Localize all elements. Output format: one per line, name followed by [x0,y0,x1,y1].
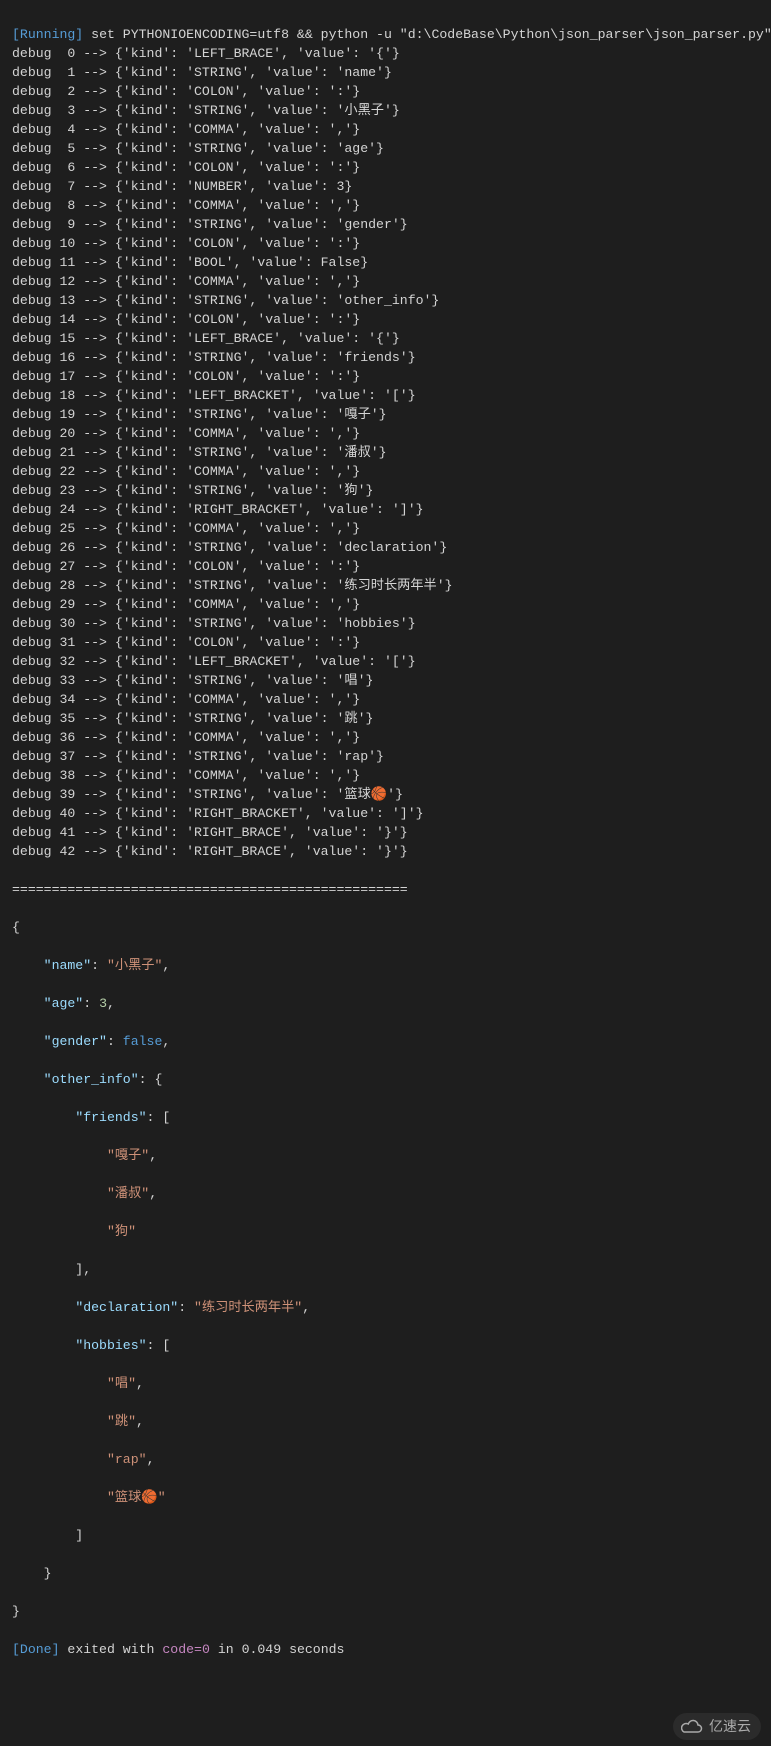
debug-line: debug 11 --> {'kind': 'BOOL', 'value': F… [12,253,759,272]
debug-line: debug 17 --> {'kind': 'COLON', 'value': … [12,367,759,386]
debug-line: debug 38 --> {'kind': 'COMMA', 'value': … [12,766,759,785]
friend-1: 潘叔 [115,1186,141,1201]
hobby-3: 篮球🏀 [115,1490,158,1505]
friend-0: 嘎子 [115,1148,141,1163]
time-value: 0.049 [242,1642,282,1657]
command-text: set PYTHONIOENCODING=utf8 && python -u "… [91,27,771,42]
debug-line: debug 8 --> {'kind': 'COMMA', 'value': '… [12,196,759,215]
debug-line: debug 28 --> {'kind': 'STRING', 'value':… [12,576,759,595]
debug-line: debug 32 --> {'kind': 'LEFT_BRACKET', 'v… [12,652,759,671]
debug-line: debug 16 --> {'kind': 'STRING', 'value':… [12,348,759,367]
debug-line: debug 12 --> {'kind': 'COMMA', 'value': … [12,272,759,291]
debug-line: debug 25 --> {'kind': 'COMMA', 'value': … [12,519,759,538]
debug-line: debug 13 --> {'kind': 'STRING', 'value':… [12,291,759,310]
header-line: [Running] set PYTHONIOENCODING=utf8 && p… [12,25,759,44]
debug-line: debug 7 --> {'kind': 'NUMBER', 'value': … [12,177,759,196]
debug-line: debug 34 --> {'kind': 'COMMA', 'value': … [12,690,759,709]
running-tag: [Running] [12,27,83,42]
debug-line: debug 9 --> {'kind': 'STRING', 'value': … [12,215,759,234]
debug-line: debug 0 --> {'kind': 'LEFT_BRACE', 'valu… [12,44,759,63]
debug-line: debug 31 --> {'kind': 'COLON', 'value': … [12,633,759,652]
watermark: 亿速云 [673,1713,761,1740]
hobby-1: 跳 [115,1414,128,1429]
json-gender: false [123,1034,163,1049]
debug-line: debug 26 --> {'kind': 'STRING', 'value':… [12,538,759,557]
debug-line: debug 35 --> {'kind': 'STRING', 'value':… [12,709,759,728]
json-name: 小黑子 [115,958,155,973]
debug-line: debug 10 --> {'kind': 'COLON', 'value': … [12,234,759,253]
debug-line: debug 40 --> {'kind': 'RIGHT_BRACKET', '… [12,804,759,823]
in-label: in [218,1642,234,1657]
debug-line: debug 39 --> {'kind': 'STRING', 'value':… [12,785,759,804]
debug-line: debug 3 --> {'kind': 'STRING', 'value': … [12,101,759,120]
friend-2: 狗 [115,1224,128,1239]
done-tag: [Done] [12,1642,59,1657]
debug-line: debug 1 --> {'kind': 'STRING', 'value': … [12,63,759,82]
debug-line: debug 19 --> {'kind': 'STRING', 'value':… [12,405,759,424]
terminal-output: [Running] set PYTHONIOENCODING=utf8 && p… [0,0,771,1746]
debug-token-list: debug 0 --> {'kind': 'LEFT_BRACE', 'valu… [12,44,759,861]
seconds-label: seconds [289,1642,344,1657]
debug-line: debug 30 --> {'kind': 'STRING', 'value':… [12,614,759,633]
debug-line: debug 23 --> {'kind': 'STRING', 'value':… [12,481,759,500]
footer-line: [Done] exited with code=0 in 0.049 secon… [12,1640,759,1659]
debug-line: debug 14 --> {'kind': 'COLON', 'value': … [12,310,759,329]
debug-line: debug 36 --> {'kind': 'COMMA', 'value': … [12,728,759,747]
separator-line: ========================================… [12,880,759,899]
debug-line: debug 27 --> {'kind': 'COLON', 'value': … [12,557,759,576]
json-declaration: 练习时长两年半 [202,1300,294,1315]
code-value: 0 [202,1642,210,1657]
debug-line: debug 5 --> {'kind': 'STRING', 'value': … [12,139,759,158]
json-age: 3 [99,996,107,1011]
code-label: code= [162,1642,202,1657]
cloud-icon [681,1719,703,1735]
debug-line: debug 29 --> {'kind': 'COMMA', 'value': … [12,595,759,614]
debug-line: debug 41 --> {'kind': 'RIGHT_BRACE', 'va… [12,823,759,842]
hobby-2: rap [115,1452,139,1467]
hobby-0: 唱 [115,1376,128,1391]
exited-with-text: exited with [67,1642,154,1657]
debug-line: debug 24 --> {'kind': 'RIGHT_BRACKET', '… [12,500,759,519]
debug-line: debug 22 --> {'kind': 'COMMA', 'value': … [12,462,759,481]
debug-line: debug 6 --> {'kind': 'COLON', 'value': '… [12,158,759,177]
debug-line: debug 20 --> {'kind': 'COMMA', 'value': … [12,424,759,443]
debug-line: debug 42 --> {'kind': 'RIGHT_BRACE', 'va… [12,842,759,861]
watermark-text: 亿速云 [709,1717,751,1736]
debug-line: debug 4 --> {'kind': 'COMMA', 'value': '… [12,120,759,139]
debug-line: debug 21 --> {'kind': 'STRING', 'value':… [12,443,759,462]
debug-line: debug 37 --> {'kind': 'STRING', 'value':… [12,747,759,766]
debug-line: debug 18 --> {'kind': 'LEFT_BRACKET', 'v… [12,386,759,405]
debug-line: debug 15 --> {'kind': 'LEFT_BRACE', 'val… [12,329,759,348]
debug-line: debug 33 --> {'kind': 'STRING', 'value':… [12,671,759,690]
debug-line: debug 2 --> {'kind': 'COLON', 'value': '… [12,82,759,101]
